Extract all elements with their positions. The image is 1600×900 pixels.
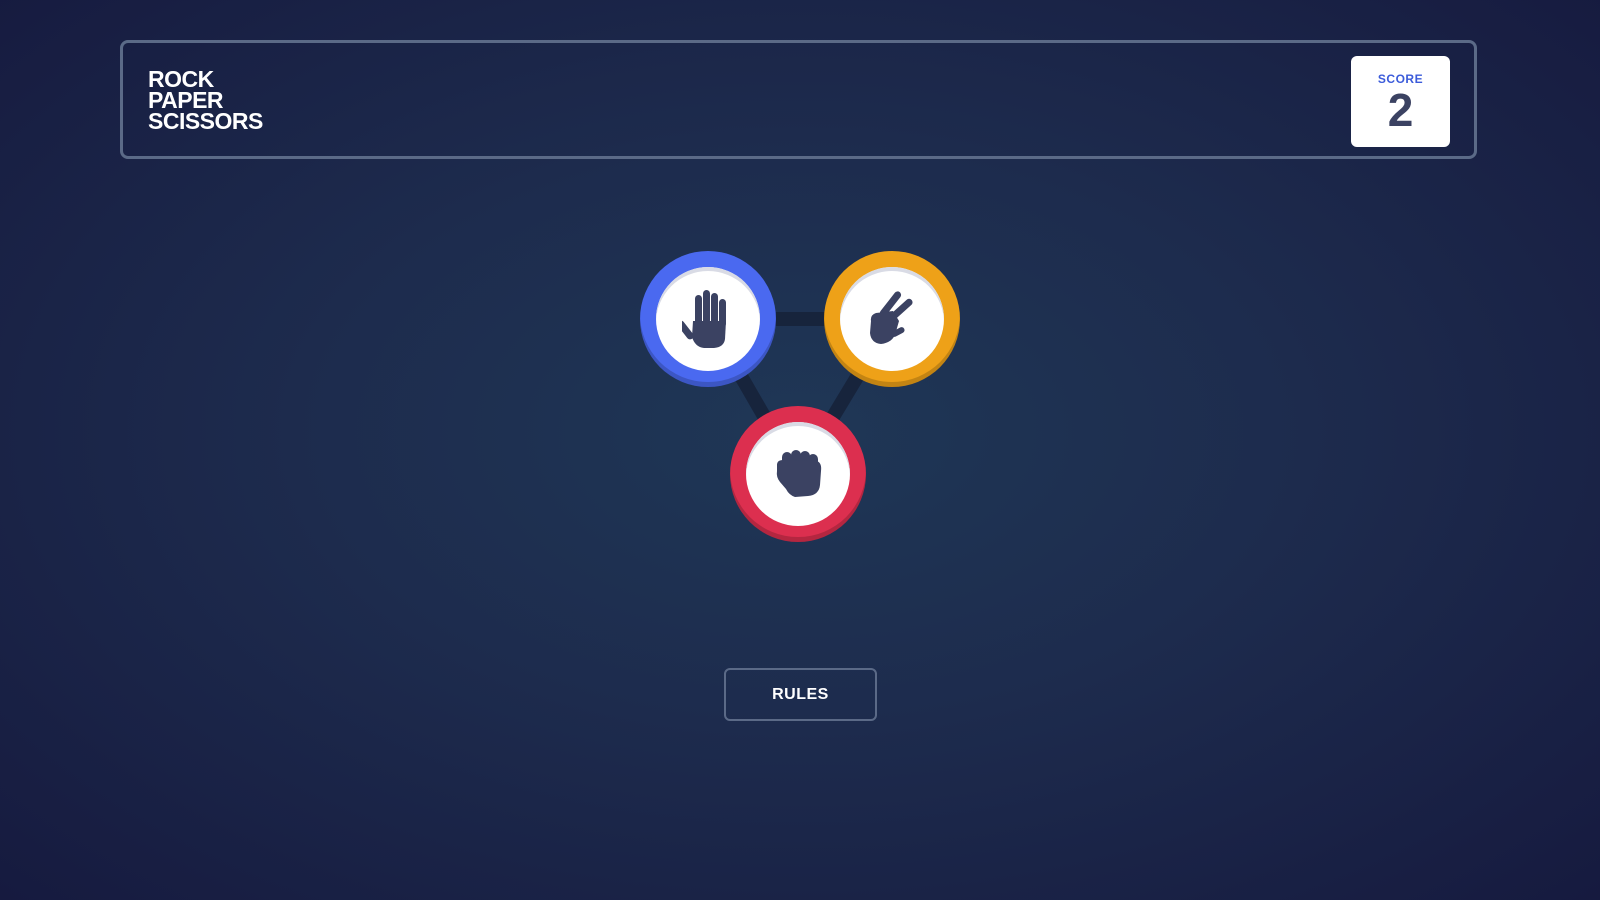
paper-token-face [656,267,760,371]
rock-fist-icon [776,450,822,497]
scissors-hand-icon [870,291,913,344]
scissors-token-face [840,267,944,371]
paper-button[interactable] [640,251,776,387]
rules-button[interactable]: RULES [724,668,877,721]
game-header: ROCK PAPER SCISSORS SCORE 2 [120,40,1477,159]
rock-button[interactable] [730,406,866,542]
score-value: 2 [1387,84,1414,136]
title-line-scissors: SCISSORS [148,108,263,134]
paper-hand-icon [682,290,726,348]
scissors-button[interactable] [824,251,960,387]
game-title: ROCK PAPER SCISSORS [148,68,263,134]
rock-token-face [746,422,850,526]
score-box: SCORE 2 [1351,56,1450,147]
